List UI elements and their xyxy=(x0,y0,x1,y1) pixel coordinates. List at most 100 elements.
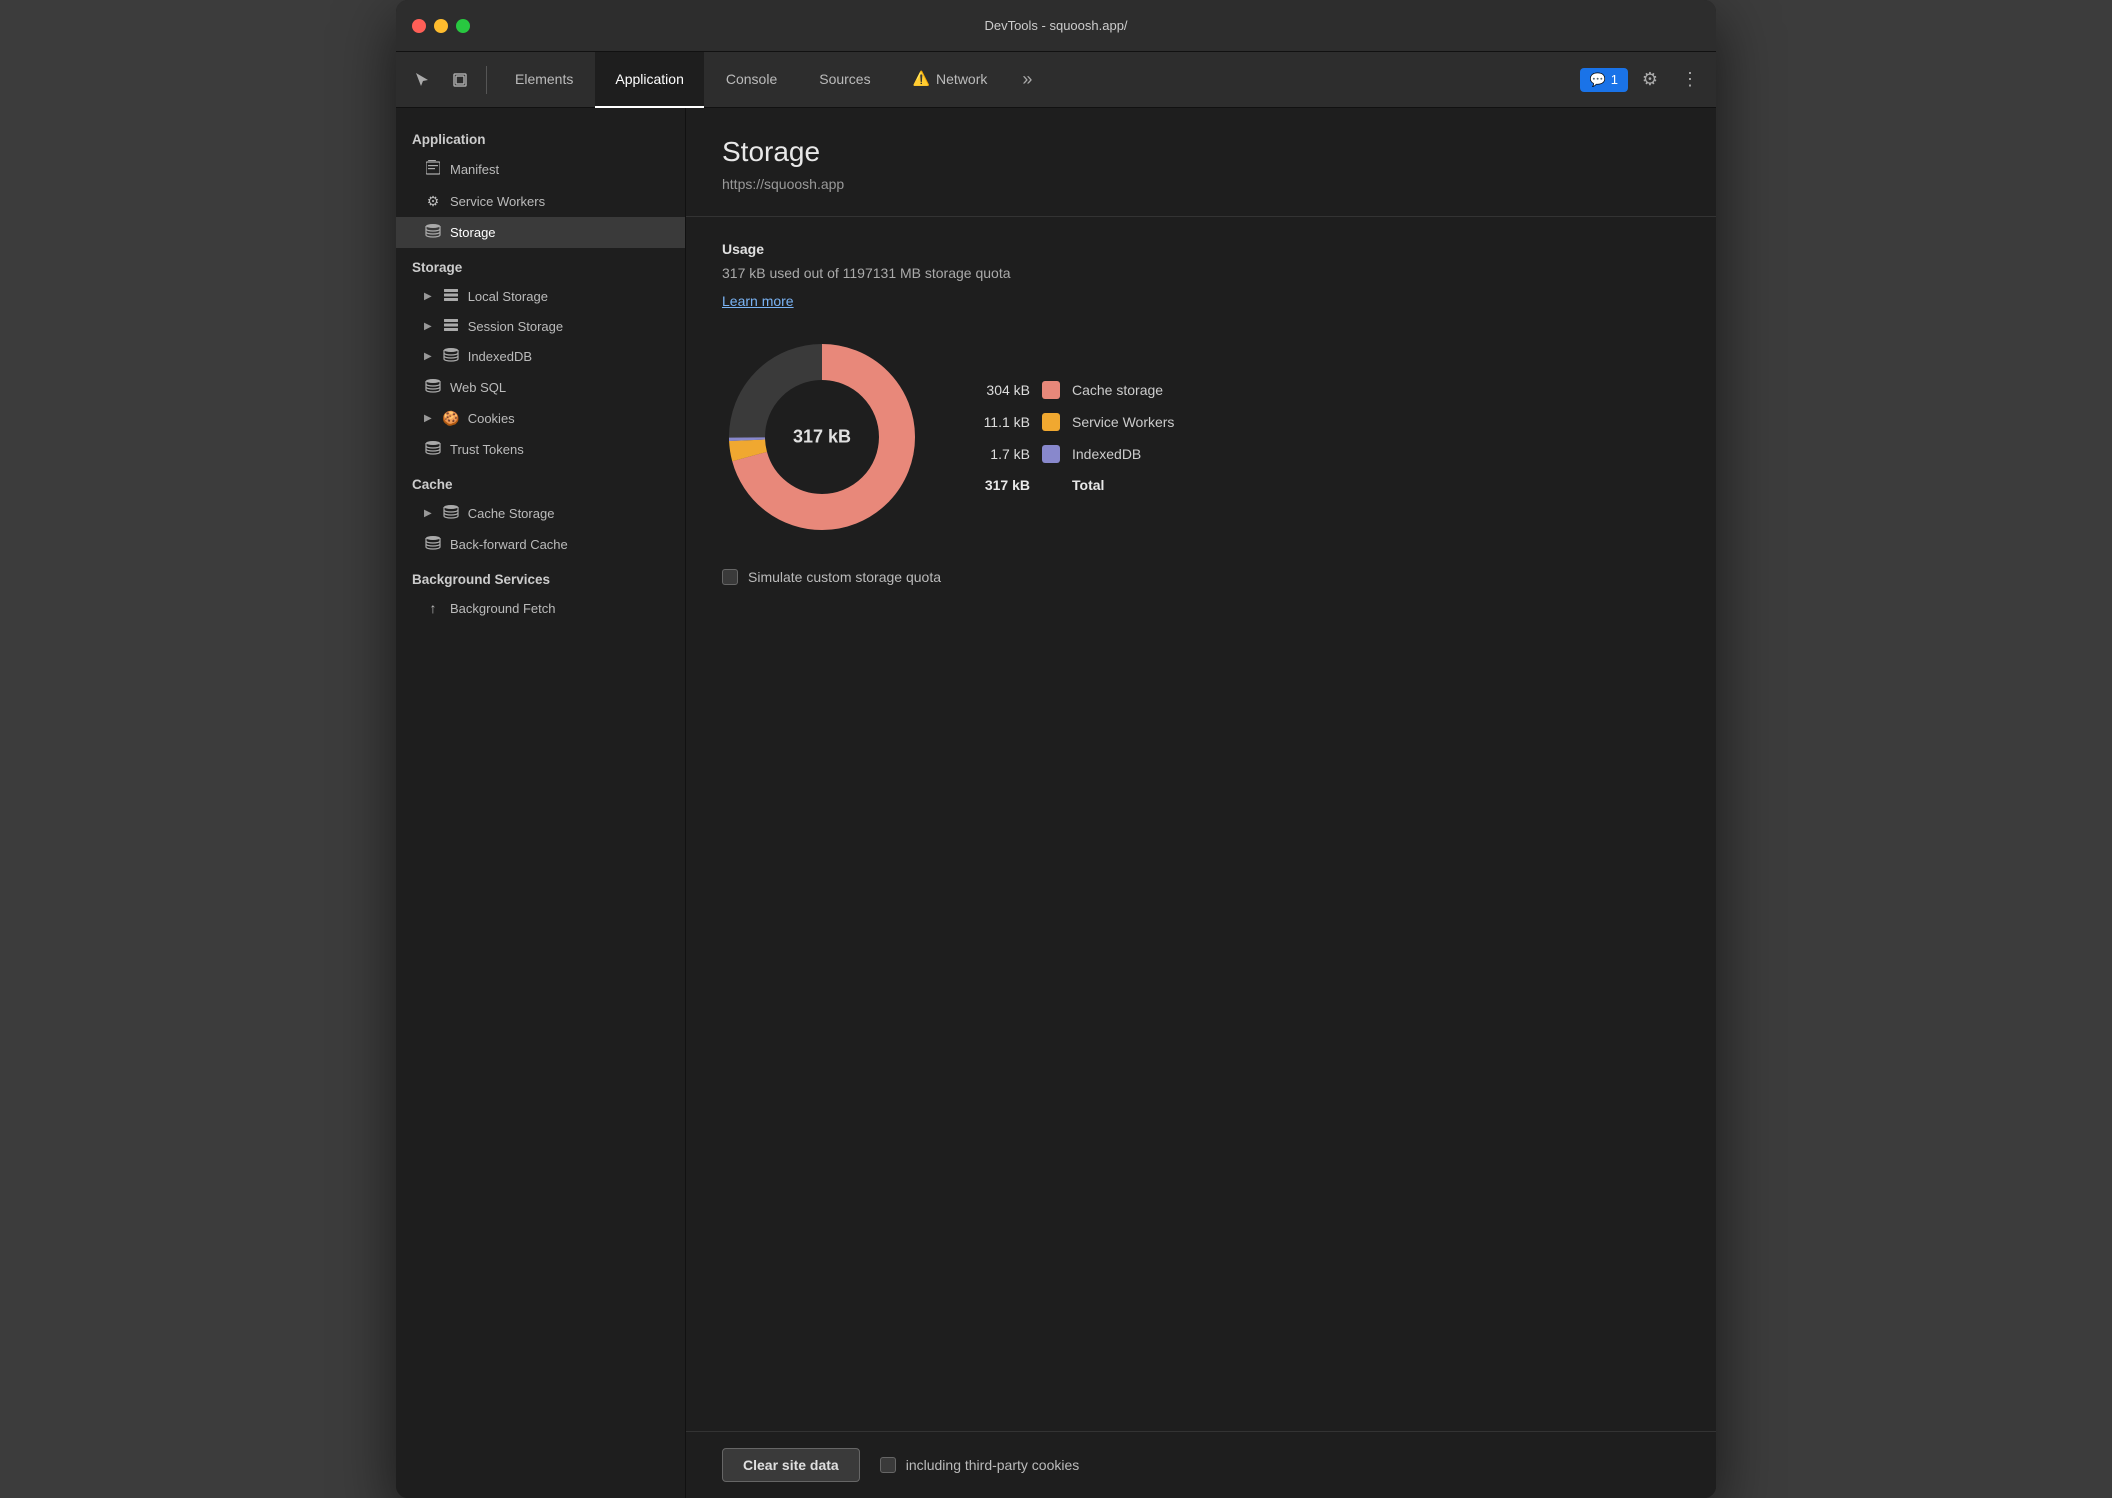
tab-network[interactable]: ⚠️ Network xyxy=(893,52,1008,108)
network-warning-icon: ⚠️ xyxy=(913,70,930,87)
sidebar-item-local-storage[interactable]: ▶ Local Storage xyxy=(396,281,685,311)
sidebar-section-storage: Storage xyxy=(396,248,685,281)
devtools-window: DevTools - squoosh.app/ Elements Applica… xyxy=(396,0,1716,1498)
tab-divider xyxy=(486,66,487,94)
simulate-checkbox-row: Simulate custom storage quota xyxy=(722,569,1680,585)
storage-url: https://squoosh.app xyxy=(722,176,1680,192)
third-party-checkbox[interactable] xyxy=(880,1457,896,1473)
settings-button[interactable]: ⚙ xyxy=(1632,62,1668,98)
sidebar-section-application: Application xyxy=(396,120,685,153)
cookies-label: Cookies xyxy=(468,411,669,426)
trust-tokens-icon xyxy=(424,441,442,458)
websql-label: Web SQL xyxy=(450,380,669,395)
usage-section: Usage 317 kB used out of 1197131 MB stor… xyxy=(722,217,1680,585)
sidebar-item-service-workers[interactable]: ⚙ Service Workers xyxy=(396,186,685,217)
clear-site-data-button[interactable]: Clear site data xyxy=(722,1448,860,1482)
legend-label-cache: Cache storage xyxy=(1072,382,1163,398)
background-fetch-label: Background Fetch xyxy=(450,601,669,616)
session-storage-icon xyxy=(442,318,460,334)
main-area: Application Manifest ⚙ Service Workers S… xyxy=(396,108,1716,1498)
tab-sources[interactable]: Sources xyxy=(799,52,890,108)
maximize-button[interactable] xyxy=(456,19,470,33)
arrow-icon: ▶ xyxy=(424,291,432,302)
tab-application[interactable]: Application xyxy=(595,52,704,108)
sidebar-item-session-storage[interactable]: ▶ Session Storage xyxy=(396,311,685,341)
cookies-icon: 🍪 xyxy=(442,410,460,427)
legend-row-cache: 304 kB Cache storage xyxy=(970,381,1174,399)
legend-label-workers: Service Workers xyxy=(1072,414,1174,430)
learn-more-link[interactable]: Learn more xyxy=(722,293,794,309)
legend-color-workers xyxy=(1042,413,1060,431)
sidebar-item-indexeddb[interactable]: ▶ IndexedDB xyxy=(396,341,685,372)
third-party-row: including third-party cookies xyxy=(880,1457,1080,1473)
sidebar-item-back-forward-cache[interactable]: Back-forward Cache xyxy=(396,529,685,560)
window-title: DevTools - squoosh.app/ xyxy=(984,18,1127,33)
service-workers-icon: ⚙ xyxy=(424,193,442,210)
local-storage-icon xyxy=(442,288,460,304)
local-storage-label: Local Storage xyxy=(468,289,669,304)
sidebar-section-cache: Cache xyxy=(396,465,685,498)
back-forward-cache-icon xyxy=(424,536,442,553)
cache-storage-icon xyxy=(442,505,460,522)
legend-value-indexed: 1.7 kB xyxy=(970,446,1030,462)
background-fetch-icon: ↑ xyxy=(424,600,442,616)
chart-row: 317 kB 304 kB Cache storage 11.1 kB xyxy=(722,337,1680,537)
sidebar-item-websql[interactable]: Web SQL xyxy=(396,372,685,403)
usage-text: 317 kB used out of 1197131 MB storage qu… xyxy=(722,265,1680,281)
legend-value-cache: 304 kB xyxy=(970,382,1030,398)
close-button[interactable] xyxy=(412,19,426,33)
legend-row-workers: 11.1 kB Service Workers xyxy=(970,413,1174,431)
back-forward-cache-label: Back-forward Cache xyxy=(450,537,669,552)
sidebar-item-storage[interactable]: Storage xyxy=(396,217,685,248)
traffic-lights xyxy=(412,19,470,33)
tab-console[interactable]: Console xyxy=(706,52,797,108)
arrow-icon: ▶ xyxy=(424,413,432,424)
layers-icon-btn[interactable] xyxy=(442,62,478,98)
trust-tokens-label: Trust Tokens xyxy=(450,442,669,457)
more-options-button[interactable]: ⋮ xyxy=(1672,62,1708,98)
tab-elements[interactable]: Elements xyxy=(495,52,593,108)
chat-badge[interactable]: 💬 1 xyxy=(1580,68,1628,92)
titlebar: DevTools - squoosh.app/ xyxy=(396,0,1716,52)
simulate-checkbox[interactable] xyxy=(722,569,738,585)
session-storage-label: Session Storage xyxy=(468,319,669,334)
arrow-icon: ▶ xyxy=(424,351,432,362)
storage-label: Storage xyxy=(450,225,669,240)
legend-value-total: 317 kB xyxy=(970,477,1030,493)
manifest-label: Manifest xyxy=(450,162,669,177)
indexeddb-icon xyxy=(442,348,460,365)
legend-row-total: 317 kB Total xyxy=(970,477,1174,493)
donut-chart: 317 kB xyxy=(722,337,922,537)
storage-icon xyxy=(424,224,442,241)
tabbar: Elements Application Console Sources ⚠️ … xyxy=(396,52,1716,108)
sidebar-item-cookies[interactable]: ▶ 🍪 Cookies xyxy=(396,403,685,434)
arrow-icon: ▶ xyxy=(424,321,432,332)
cursor-icon-btn[interactable] xyxy=(404,62,440,98)
legend-label-total: Total xyxy=(1072,477,1104,493)
manifest-icon xyxy=(424,160,442,179)
minimize-button[interactable] xyxy=(434,19,448,33)
sidebar-item-trust-tokens[interactable]: Trust Tokens xyxy=(396,434,685,465)
usage-label: Usage xyxy=(722,241,1680,257)
more-tabs-btn[interactable]: » xyxy=(1009,62,1045,98)
sidebar-section-background-services: Background Services xyxy=(396,560,685,593)
websql-icon xyxy=(424,379,442,396)
page-title: Storage xyxy=(722,136,1680,168)
content-inner: Storage https://squoosh.app Usage 317 kB… xyxy=(686,108,1716,1431)
third-party-label: including third-party cookies xyxy=(906,1457,1080,1473)
tabbar-right: 💬 1 ⚙ ⋮ xyxy=(1580,62,1708,98)
cache-storage-label: Cache Storage xyxy=(468,506,669,521)
content-area: Storage https://squoosh.app Usage 317 kB… xyxy=(686,108,1716,1498)
donut-center-label: 317 kB xyxy=(793,427,851,448)
chat-count: 1 xyxy=(1611,72,1618,87)
bottom-bar: Clear site data including third-party co… xyxy=(686,1431,1716,1498)
sidebar-item-background-fetch[interactable]: ↑ Background Fetch xyxy=(396,593,685,623)
indexeddb-label: IndexedDB xyxy=(468,349,669,364)
legend-color-cache xyxy=(1042,381,1060,399)
legend-value-workers: 11.1 kB xyxy=(970,414,1030,430)
legend-row-indexed: 1.7 kB IndexedDB xyxy=(970,445,1174,463)
sidebar-item-cache-storage[interactable]: ▶ Cache Storage xyxy=(396,498,685,529)
sidebar-item-manifest[interactable]: Manifest xyxy=(396,153,685,186)
arrow-icon: ▶ xyxy=(424,508,432,519)
legend-label-indexed: IndexedDB xyxy=(1072,446,1141,462)
